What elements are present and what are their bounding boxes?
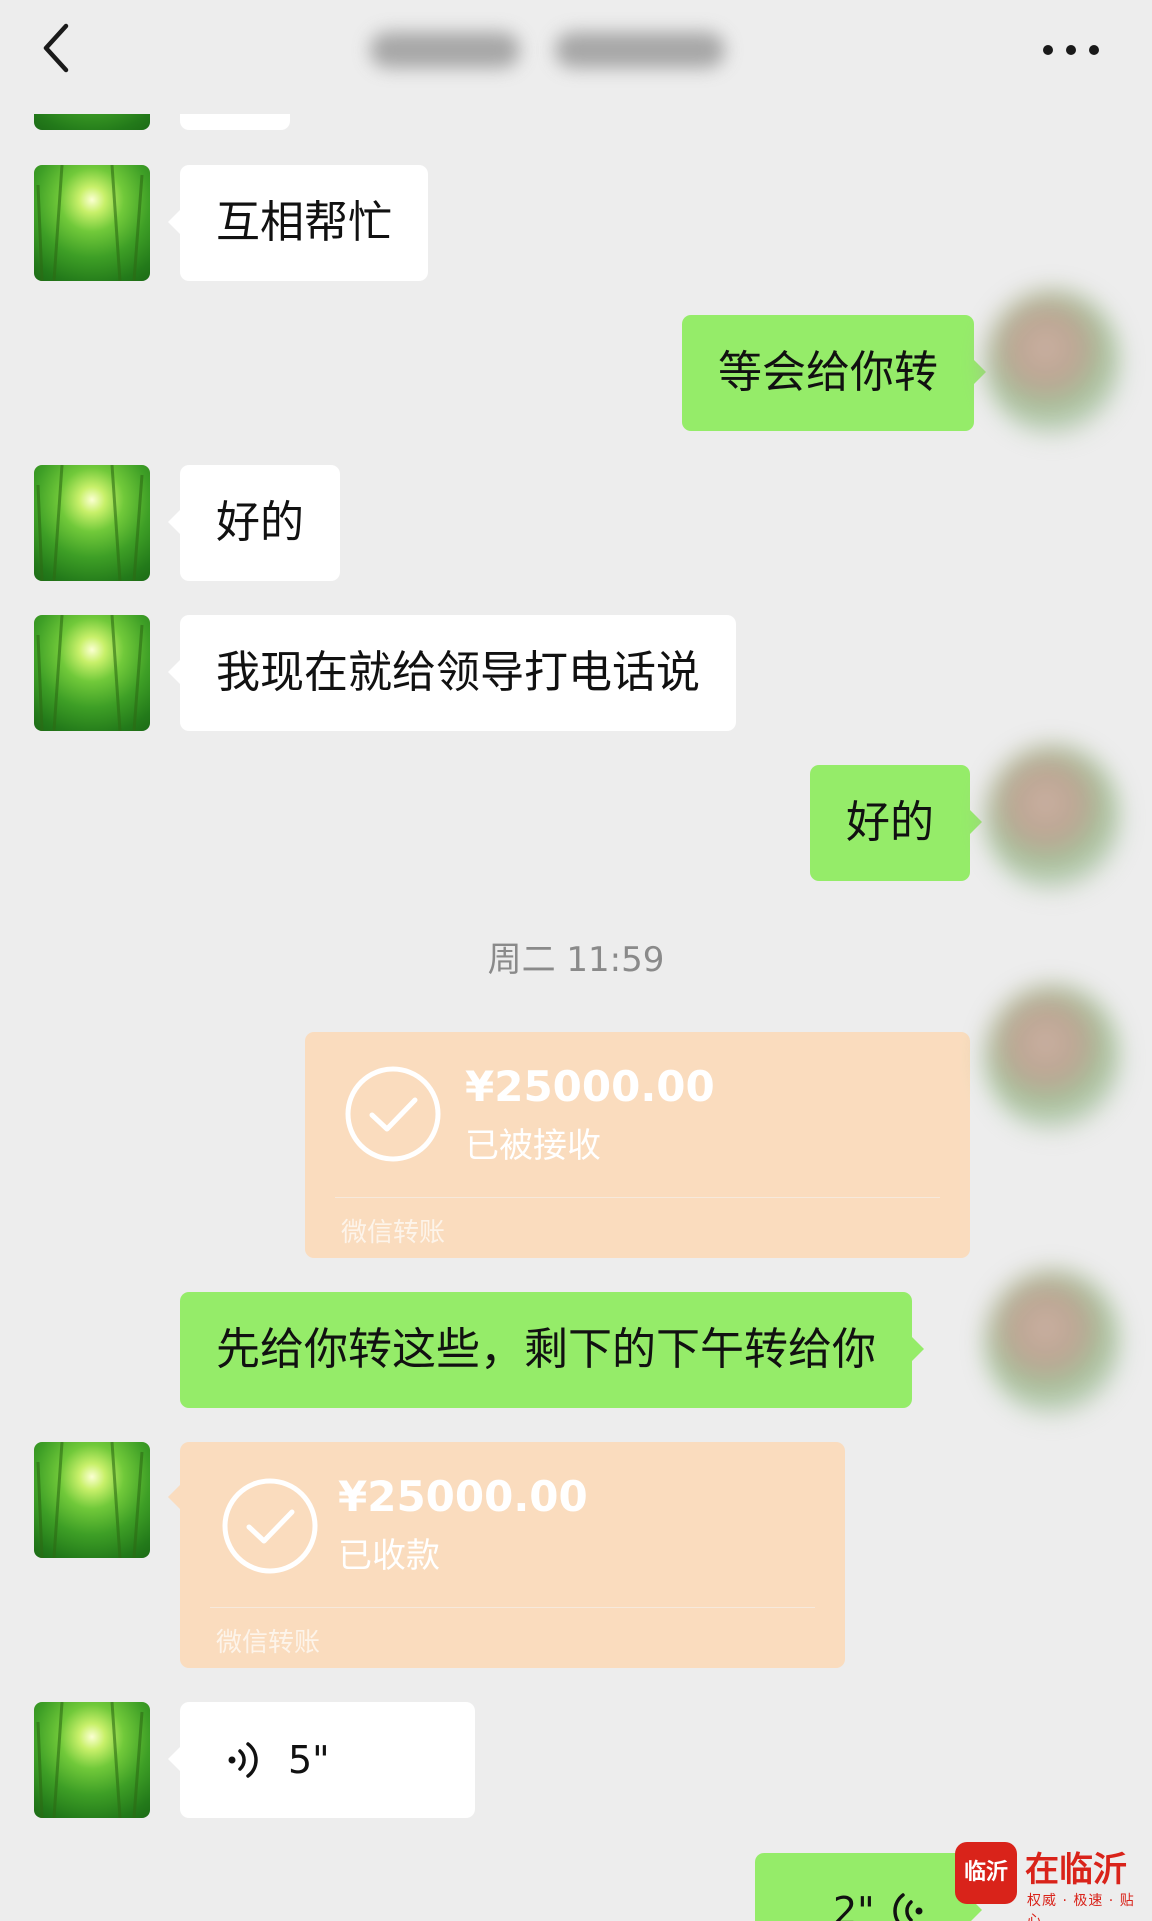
voice-message-incoming[interactable]: 5" (168, 1702, 475, 1818)
message-bubble-outgoing[interactable]: 好的 (810, 765, 982, 881)
chevron-left-icon (43, 23, 69, 73)
my-avatar[interactable] (985, 290, 1120, 435)
more-horizontal-icon (1043, 45, 1099, 55)
message-bubble-outgoing[interactable]: 等会给你转 (682, 315, 986, 431)
transfer-amount: ¥25000.00 (338, 1472, 588, 1521)
bamboo-avatar-image (36, 465, 144, 581)
contact-avatar[interactable] (34, 1702, 150, 1818)
bamboo-avatar-image (36, 1702, 144, 1818)
back-button[interactable] (30, 18, 90, 78)
watermark: 临沂 在临沂 权威 · 极速 · 贴心 (955, 1842, 1145, 1921)
bamboo-avatar-image (36, 165, 144, 281)
my-avatar[interactable] (985, 985, 1120, 1130)
transfer-label: 微信转账 (216, 1628, 321, 1658)
message-bubble-incoming[interactable]: 我现在就给领导打电话说 (168, 615, 736, 731)
watermark-logo: 临沂 (955, 1842, 1017, 1904)
contact-avatar[interactable] (34, 1442, 150, 1558)
transfer-divider (335, 1197, 940, 1198)
watermark-tagline: 权威 · 极速 · 贴心 (1027, 1893, 1135, 1921)
voice-duration: 2" (833, 1889, 875, 1921)
transfer-amount: ¥25000.00 (465, 1062, 715, 1111)
check-circle-icon (222, 1478, 318, 1574)
transfer-divider (210, 1607, 815, 1608)
voice-message-outgoing[interactable]: 2" (755, 1853, 982, 1921)
transfer-status: 已收款 (338, 1536, 440, 1576)
chat-header (0, 0, 1152, 118)
watermark-title: 在临沂 (1025, 1850, 1127, 1890)
transfer-status: 已被接收 (465, 1126, 601, 1166)
contact-avatar[interactable] (34, 165, 150, 281)
voice-duration: 5" (288, 1738, 330, 1782)
my-avatar[interactable] (985, 745, 1120, 890)
chat-title-blurred (370, 22, 740, 78)
transfer-label: 微信转账 (341, 1218, 446, 1248)
transfer-card-outgoing[interactable]: ¥25000.00 已被接收 微信转账 (305, 1032, 970, 1258)
transfer-card-incoming[interactable]: ¥25000.00 已收款 微信转账 (168, 1442, 845, 1668)
contact-avatar[interactable] (34, 615, 150, 731)
message-bubble-incoming[interactable]: 好的 (168, 465, 340, 581)
voice-wave-icon (893, 1893, 923, 1921)
message-timestamp: 周二 11:59 (487, 940, 665, 980)
voice-wave-icon (228, 1742, 258, 1778)
message-bubble-incoming[interactable]: 互相帮忙 (168, 165, 428, 281)
bamboo-avatar-image (36, 615, 144, 731)
more-button[interactable] (1036, 28, 1106, 72)
bamboo-avatar-image (36, 1442, 144, 1558)
check-circle-icon (345, 1066, 441, 1162)
message-bubble-outgoing[interactable]: 先给你转这些，剩下的下午转给你 (180, 1292, 924, 1408)
contact-avatar[interactable] (34, 465, 150, 581)
my-avatar[interactable] (985, 1270, 1120, 1415)
